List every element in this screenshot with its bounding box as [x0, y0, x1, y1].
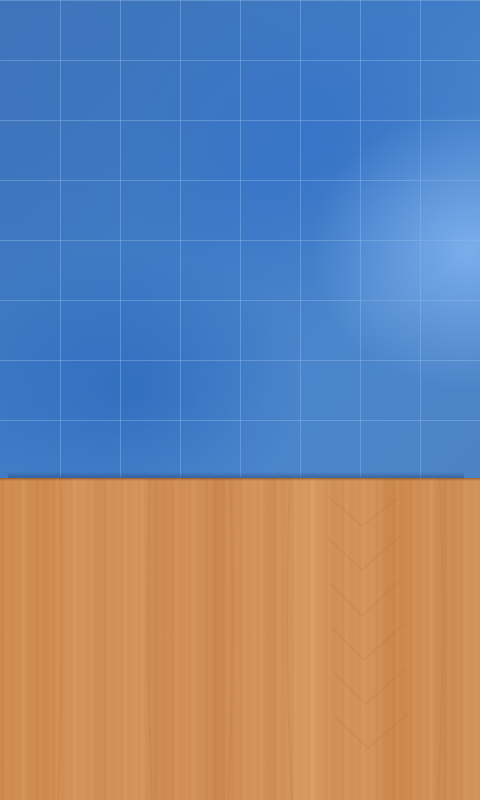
wooden-tray[interactable] — [0, 478, 480, 800]
wood-grain-texture — [57, 478, 444, 800]
puzzle-board[interactable] — [0, 0, 480, 480]
board-grid-lines — [0, 0, 480, 480]
tray-top-edge — [0, 478, 480, 481]
game-screen — [0, 0, 480, 800]
